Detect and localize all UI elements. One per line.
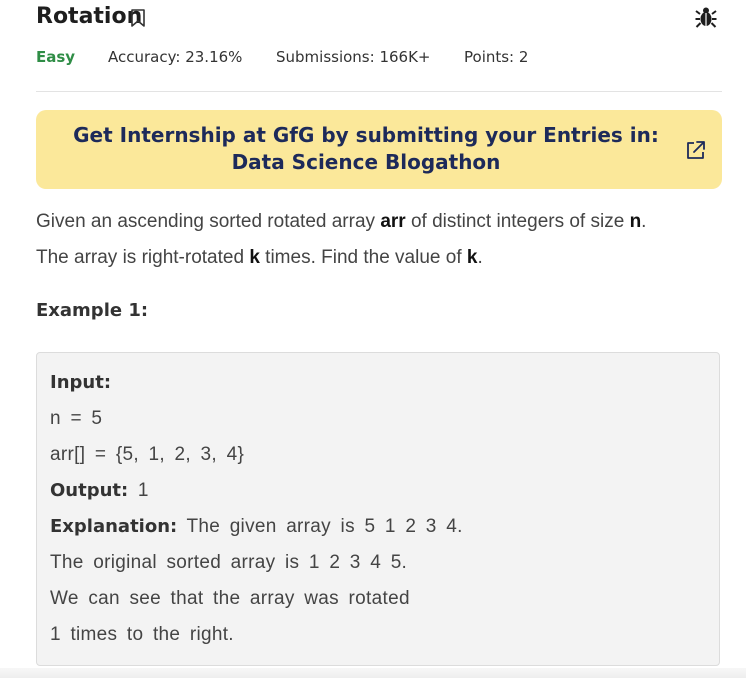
divider <box>36 91 722 92</box>
description-text: of distinct integers of size <box>405 211 630 232</box>
submissions-stat: Submissions: 166K+ <box>276 48 431 66</box>
input-arr-line: arr[] = {5, 1, 2, 3, 4} <box>50 444 245 465</box>
external-link-icon[interactable] <box>685 139 707 161</box>
input-label: Input: <box>50 372 112 393</box>
bug-icon[interactable] <box>695 5 717 29</box>
banner-text[interactable]: Get Internship at GfG by submitting your… <box>66 122 666 176</box>
output-line: Output: 1 <box>50 480 149 502</box>
example-title: Example 1: <box>36 300 149 321</box>
input-n-line: n = 5 <box>50 408 103 429</box>
description-text: The array is right-rotated <box>36 247 250 268</box>
term-n: n <box>629 211 642 232</box>
explanation-text: The given array is 5 1 2 3 4. <box>177 516 463 537</box>
description-text: times. Find the value of <box>259 247 467 268</box>
description-text: Given an ascending sorted rotated array <box>36 211 381 232</box>
points-stat: Points: 2 <box>464 48 529 66</box>
problem-title: Rotation <box>36 4 143 29</box>
output-value: 1 <box>128 480 149 501</box>
bookmark-icon[interactable] <box>130 9 146 27</box>
explanation-line: The original sorted array is 1 2 3 4 5. <box>50 552 408 573</box>
explanation-label: Explanation: <box>50 516 178 537</box>
accuracy-stat: Accuracy: 23.16% <box>108 48 243 66</box>
example-box: Input: n = 5 arr[] = {5, 1, 2, 3, 4} Out… <box>36 352 720 666</box>
scroll-edge <box>0 668 746 678</box>
output-label: Output: <box>50 480 129 501</box>
term-k: k <box>466 247 478 268</box>
term-arr: arr <box>380 211 406 232</box>
problem-description: Given an ascending sorted rotated array … <box>36 204 726 276</box>
explanation-line: 1 times to the right. <box>50 624 234 645</box>
problem-header: Rotation <box>36 4 717 32</box>
term-k: k <box>249 247 260 268</box>
explanation-line: Explanation: The given array is 5 1 2 3 … <box>50 516 463 538</box>
internship-banner[interactable]: Get Internship at GfG by submitting your… <box>36 110 722 189</box>
input-label-line: Input: <box>50 372 111 394</box>
description-text: . <box>641 211 647 232</box>
difficulty-badge: Easy <box>36 48 76 66</box>
description-text: . <box>477 247 483 268</box>
explanation-line: We can see that the array was rotated <box>50 588 410 609</box>
